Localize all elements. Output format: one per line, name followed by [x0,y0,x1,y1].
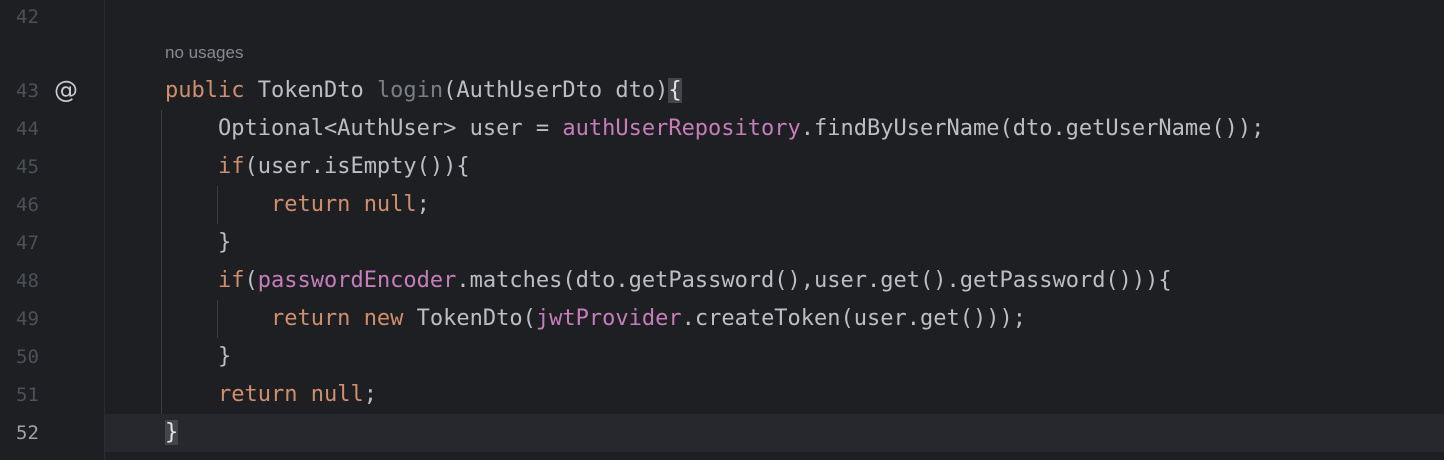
code-text: TokenDto( [403,306,536,331]
code-line-47[interactable]: } [105,224,1444,262]
code-text: .findByUserName(dto.getUserName()); [800,116,1265,141]
current-line-number: 52 [16,422,39,444]
code-line-46[interactable]: return null; [105,186,1444,224]
code-text: } [165,230,232,255]
keyword: if [165,154,245,179]
gutter-line-43: 43 @ [0,72,104,110]
code-editor[interactable]: 42 43 @ 44 45 46 47 48 49 50 51 52 no us… [0,0,1444,460]
line-number: 42 [16,6,39,28]
line-number: 45 [16,156,39,178]
line-number: 44 [16,118,39,140]
code-text: .createToken(user.get())); [681,306,1026,331]
line-number: 50 [16,346,39,368]
code-text: (user.isEmpty()){ [244,154,470,179]
keyword: return [165,192,364,217]
line-number: 47 [16,232,39,254]
code-line-51[interactable]: return null; [105,376,1444,414]
line-number-gutter[interactable]: 42 43 @ 44 45 46 47 48 49 50 51 52 [0,0,105,460]
line-number: 46 [16,194,39,216]
field-reference: jwtProvider [535,306,682,331]
keyword: return [165,306,364,331]
override-annotation-icon[interactable]: @ [54,72,78,108]
code-text: } [165,344,232,369]
code-text: ( [244,268,258,293]
gutter-line-47: 47 [0,224,104,262]
keyword: new [363,306,404,331]
code-line-52-current[interactable]: } [105,414,1444,452]
code-text: ; [416,192,430,217]
line-number: 48 [16,270,39,292]
field-reference: authUserRepository [562,116,801,141]
line-number: 49 [16,308,39,330]
code-line-43[interactable]: public TokenDto login(AuthUserDto dto){ [105,72,1444,110]
code-line-50[interactable]: } [105,338,1444,376]
keyword: public [165,78,245,103]
code-text: Optional<AuthUser> user = [165,116,563,141]
gutter-line-44: 44 [0,110,104,148]
code-text: .matches(dto.getPassword(),user.get().ge… [456,268,1172,293]
code-area[interactable]: no usages public TokenDto login(AuthUser… [105,0,1444,460]
keyword: if [165,268,245,293]
code-line-48[interactable]: if(passwordEncoder.matches(dto.getPasswo… [105,262,1444,300]
method-name: login [376,78,444,103]
gutter-line-50: 50 [0,338,104,376]
gutter-line-48: 48 [0,262,104,300]
code-text: (AuthUserDto dto) [443,78,669,103]
line-number: 51 [16,384,39,406]
gutter-line-52: 52 [0,414,104,452]
matched-brace: } [165,420,179,445]
gutter-line-45: 45 [0,148,104,186]
code-line-44[interactable]: Optional<AuthUser> user = authUserReposi… [105,110,1444,148]
code-text: TokenDto [244,78,377,103]
code-line-45[interactable]: if(user.isEmpty()){ [105,148,1444,186]
keyword: null [363,192,417,217]
code-text: ; [363,382,377,407]
gutter-line-42: 42 [0,0,104,36]
code-line-49[interactable]: return new TokenDto(jwtProvider.createTo… [105,300,1444,338]
gutter-line-46: 46 [0,186,104,224]
field-reference: passwordEncoder [257,268,457,293]
keyword: null [310,382,364,407]
line-number: 43 [16,80,39,102]
keyword: return [165,382,311,407]
matched-brace: { [668,78,682,103]
usages-inlay-hint[interactable]: no usages [165,34,465,72]
gutter-line-51: 51 [0,376,104,414]
gutter-line-49: 49 [0,300,104,338]
